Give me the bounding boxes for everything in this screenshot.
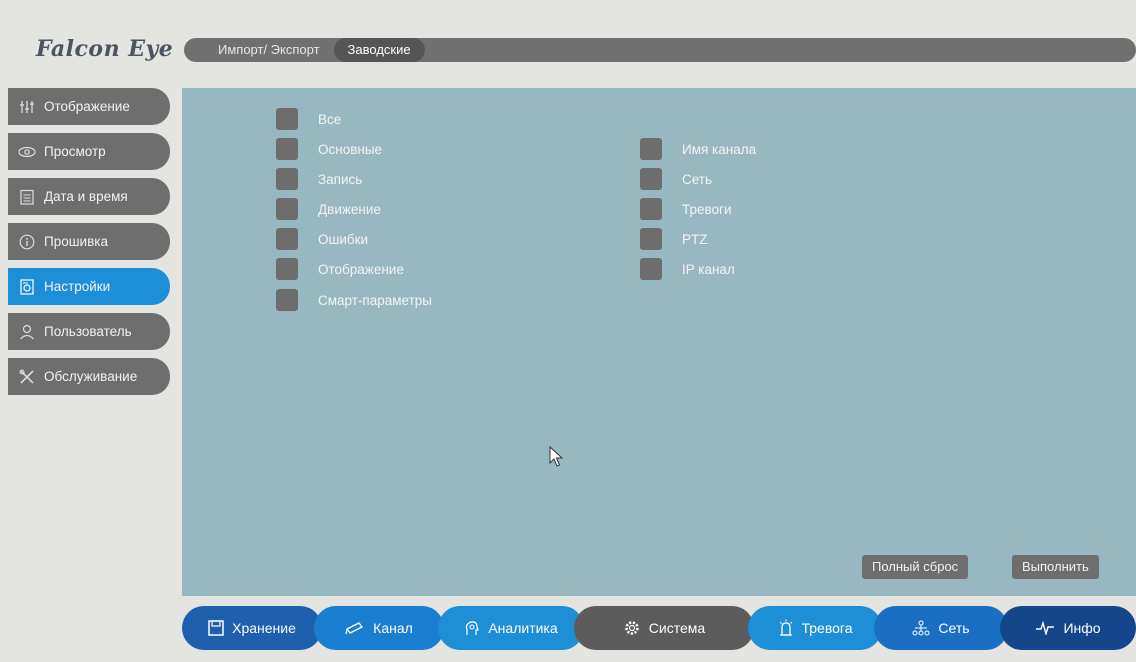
sidebar-item-label: Просмотр [44, 144, 106, 159]
apply-button[interactable]: Выполнить [1012, 555, 1099, 579]
tools-icon [18, 368, 36, 386]
checkbox-label: Имя канала [682, 141, 757, 157]
sidebar-item-label: Отображение [44, 99, 130, 114]
nav-info[interactable]: Инфо [1000, 606, 1136, 650]
checkbox-ip-channel[interactable] [640, 258, 662, 280]
checkbox-label: Запись [318, 171, 363, 187]
nav-storage[interactable]: Хранение [182, 606, 322, 650]
checkbox-alarms[interactable] [640, 198, 662, 220]
bottom-navigation: Хранение Канал Аналитика Система Тревога… [182, 606, 1136, 650]
sidebar-item-firmware[interactable]: Прошивка [8, 223, 170, 260]
checkbox-row-all: Все [276, 108, 341, 130]
checkbox-row-motion: Движение [276, 198, 381, 220]
info-icon [18, 233, 36, 251]
eye-icon [18, 143, 36, 161]
sidebar-item-user[interactable]: Пользователь [8, 313, 170, 350]
sidebar: Отображение Просмотр Дата и время Прошив… [8, 88, 170, 403]
nav-system[interactable]: Система [574, 606, 754, 650]
checkbox-general[interactable] [276, 138, 298, 160]
sidebar-item-label: Настройки [44, 279, 111, 294]
falcon-eye-logo: Falcon Eye [36, 36, 174, 62]
tab-import-export[interactable]: Импорт/ Экспорт [204, 38, 334, 62]
checkbox-row-record: Запись [276, 168, 362, 190]
nav-analytics[interactable]: Аналитика [438, 606, 584, 650]
checkbox-ptz[interactable] [640, 228, 662, 250]
mouse-cursor-icon [549, 445, 565, 473]
checkbox-label: Смарт-параметры [318, 292, 432, 308]
checkbox-label: PTZ [682, 231, 708, 247]
user-icon [18, 323, 36, 341]
checkbox-row-channel-name: Имя канала [640, 138, 756, 160]
nav-network[interactable]: Сеть [874, 606, 1008, 650]
pulse-icon [1035, 621, 1055, 635]
checkbox-row-ip-channel: IP канал [640, 258, 735, 280]
sidebar-item-preview[interactable]: Просмотр [8, 133, 170, 170]
checkbox-label: IP канал [682, 261, 735, 277]
checkbox-all[interactable] [276, 108, 298, 130]
alarm-icon [778, 619, 794, 637]
head-icon [464, 620, 480, 636]
nav-label: Сеть [938, 620, 970, 636]
sidebar-item-label: Пользователь [44, 324, 132, 339]
checkbox-label: Основные [318, 141, 383, 157]
checkbox-network[interactable] [640, 168, 662, 190]
checkbox-row-ptz: PTZ [640, 228, 708, 250]
network-icon [912, 620, 930, 636]
checkbox-label: Отображение [318, 261, 404, 277]
nav-label: Аналитика [488, 620, 558, 636]
sidebar-item-label: Дата и время [44, 189, 128, 204]
sidebar-item-label: Прошивка [44, 234, 108, 249]
sidebar-item-maintenance[interactable]: Обслуживание [8, 358, 170, 395]
calendar-icon [18, 188, 36, 206]
checkbox-row-display: Отображение [276, 258, 404, 280]
nav-label: Система [648, 620, 706, 636]
checkbox-row-smart: Смарт-параметры [276, 289, 432, 311]
sidebar-item-date-time[interactable]: Дата и время [8, 178, 170, 215]
nav-label: Хранение [232, 620, 296, 636]
nav-label: Инфо [1063, 620, 1101, 636]
checkbox-errors[interactable] [276, 228, 298, 250]
checkbox-row-network: Сеть [640, 168, 712, 190]
sidebar-item-display[interactable]: Отображение [8, 88, 170, 125]
factory-defaults-panel [182, 88, 1136, 596]
camera-icon [345, 621, 365, 635]
tab-factory-defaults[interactable]: Заводские [333, 38, 425, 62]
nav-label: Тревога [801, 620, 853, 636]
sidebar-item-label: Обслуживание [44, 369, 138, 384]
checkbox-label: Все [318, 111, 342, 127]
checkbox-label: Ошибки [318, 231, 369, 247]
checkbox-motion[interactable] [276, 198, 298, 220]
nav-alarm[interactable]: Тревога [748, 606, 882, 650]
sliders-icon [18, 98, 36, 116]
nav-label: Канал [373, 620, 413, 636]
checkbox-label: Сеть [682, 171, 713, 187]
checkbox-label: Тревоги [682, 201, 732, 217]
top-tabs: Импорт/ Экспорт Заводские [184, 38, 1136, 62]
checkbox-row-errors: Ошибки [276, 228, 368, 250]
checkbox-smart-params[interactable] [276, 289, 298, 311]
checkbox-record[interactable] [276, 168, 298, 190]
full-reset-button[interactable]: Полный сброс [862, 555, 969, 579]
checkbox-row-general: Основные [276, 138, 382, 160]
checkbox-label: Движение [318, 201, 381, 217]
settings-file-icon [18, 278, 36, 296]
gear-icon [623, 619, 641, 637]
nav-channel[interactable]: Канал [314, 606, 444, 650]
checkbox-row-alarms: Тревоги [640, 198, 732, 220]
sidebar-item-settings[interactable]: Настройки [8, 268, 170, 305]
checkbox-channel-name[interactable] [640, 138, 662, 160]
checkbox-display[interactable] [276, 258, 298, 280]
save-icon [208, 620, 224, 636]
